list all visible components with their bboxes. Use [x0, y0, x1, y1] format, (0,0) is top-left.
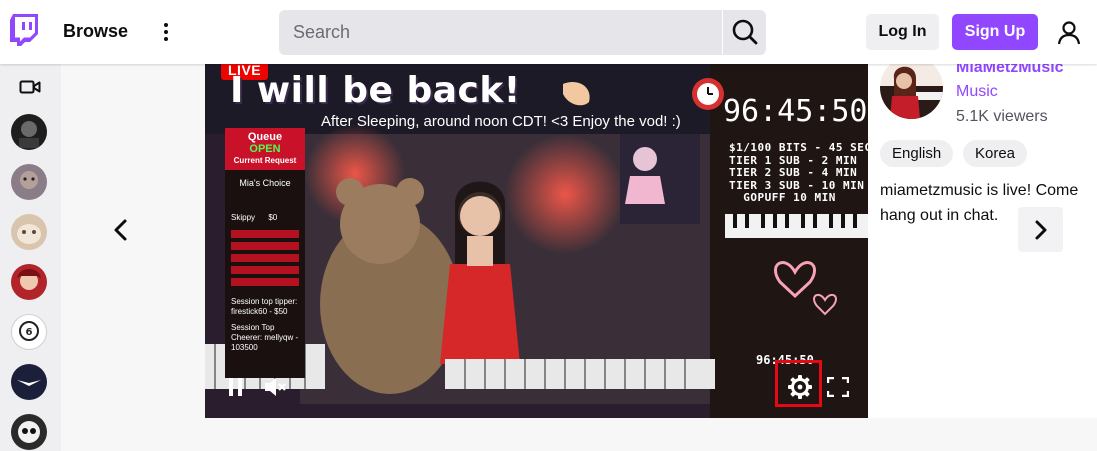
stream-timer: 96:45:50: [723, 94, 868, 129]
top-nav: Browse Log In Sign Up: [0, 0, 1097, 64]
sidebar-avatar-3[interactable]: [11, 214, 47, 250]
sidebar-avatar-5[interactable]: 6: [11, 314, 47, 350]
sidebar-avatar-6[interactable]: [11, 364, 47, 400]
more-options-icon[interactable]: [158, 20, 174, 46]
sidebar-avatar-1[interactable]: [11, 114, 47, 150]
channel-category-link[interactable]: Music: [956, 83, 998, 101]
signup-button[interactable]: Sign Up: [952, 14, 1038, 50]
search-input[interactable]: [279, 10, 722, 55]
tag-korea[interactable]: Korea: [963, 140, 1028, 167]
video-camera-icon: [19, 80, 41, 94]
queue-header: Queue OPEN Current Request: [225, 128, 305, 170]
sidebar-avatar-2[interactable]: [11, 164, 47, 200]
sidebar-avatar-7[interactable]: [11, 414, 47, 450]
sidebar: 6: [0, 64, 61, 451]
channel-avatar[interactable]: [880, 56, 943, 119]
queue-top-cheerer: Session Top Cheerer: mellyqw - 103500: [231, 323, 299, 352]
browse-link[interactable]: Browse: [63, 21, 128, 42]
channel-viewer-count: 5.1K viewers: [956, 108, 1048, 125]
queue-status: OPEN: [249, 143, 281, 155]
user-icon[interactable]: [1057, 20, 1081, 46]
stream-small-timer: 96:45:50: [756, 353, 814, 367]
pause-icon[interactable]: [227, 377, 245, 397]
fullscreen-icon[interactable]: [827, 377, 849, 397]
queue-title: Queue: [247, 131, 283, 143]
channel-info-panel: MiaMetzMusic Music 5.1K viewers English …: [868, 56, 1097, 418]
muted-volume-icon[interactable]: [263, 376, 287, 398]
svg-text:6: 6: [26, 327, 33, 338]
settings-gear-icon[interactable]: [787, 374, 813, 400]
video-player[interactable]: LIVE I will be back! After Sleeping, aro…: [205, 64, 868, 418]
sidebar-avatar-4[interactable]: [11, 264, 47, 300]
search-button[interactable]: [723, 10, 766, 55]
chevron-right-icon: [1035, 220, 1047, 240]
carousel-prev-icon[interactable]: [112, 218, 130, 242]
queue-choice: Mia's Choice: [239, 178, 291, 188]
queue-top-tipper: Session top tipper: firestick60 - $50: [231, 297, 298, 316]
song-queue-panel: Queue OPEN Current Request Mia's Choice …: [225, 128, 305, 378]
queue-skippy: Skippy $0: [231, 213, 278, 222]
carousel-next-button[interactable]: [1018, 207, 1063, 252]
search-bar: [279, 10, 766, 55]
stream-overlay-subtitle: After Sleeping, around noon CDT! <3 Enjo…: [321, 113, 681, 130]
queue-current: Current Request: [233, 156, 297, 165]
stream-price-list: $1/100 BITS - 45 SEC TIER 1 SUB - 2 MIN …: [729, 141, 868, 204]
queue-list: [231, 230, 299, 290]
search-icon: [732, 19, 758, 45]
tag-english[interactable]: English: [880, 140, 954, 167]
login-button[interactable]: Log In: [866, 14, 939, 50]
stream-overlay-title: I will be back!: [230, 70, 521, 111]
twitch-logo-icon[interactable]: [10, 14, 38, 46]
